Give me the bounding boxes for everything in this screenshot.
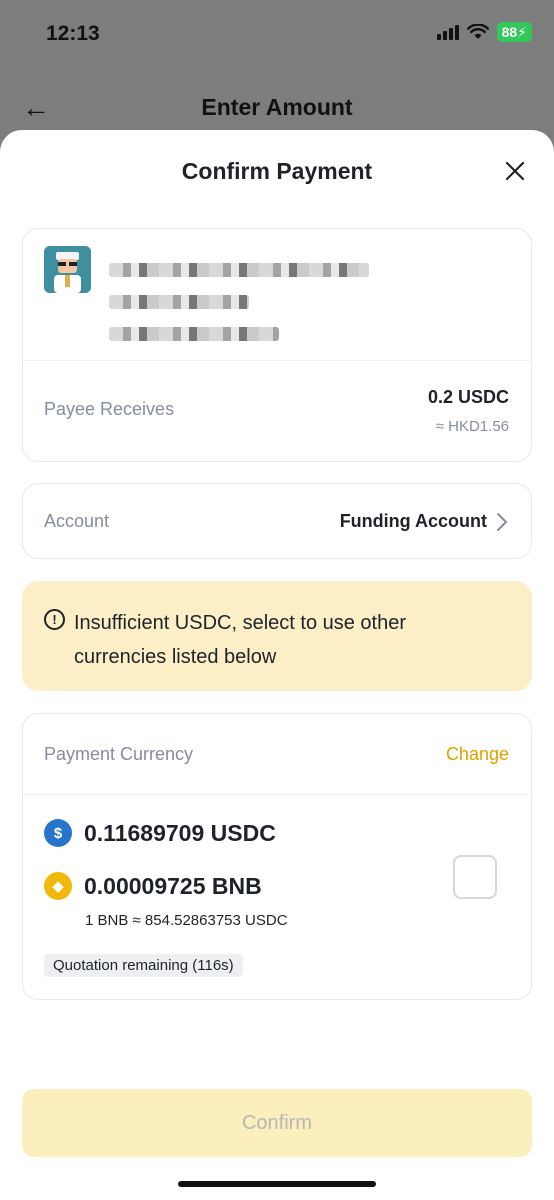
coin-row-usdc: $ 0.11689709 USDC [44,819,276,847]
account-label: Account [44,511,110,531]
insufficient-balance-warning: ! Insufficient USDC, select to use other… [22,581,532,691]
background-title: Enter Amount [201,94,353,120]
battery-icon: 88⚡ [496,22,532,42]
wifi-icon [466,24,489,39]
account-value: Funding Account [339,511,487,531]
info-icon: ! [44,609,65,630]
pilot-avatar-icon [44,246,91,293]
exchange-rate: 1 BNB ≈ 854.52863753 USDC [85,912,288,929]
payment-currency-label: Payment Currency [44,744,194,764]
background-header: ← Enter Amount [0,84,554,130]
payee-id-redacted [109,327,279,341]
payee-card: Payee Receives 0.2 USDC ≈ HKD1.56 [22,228,532,462]
status-icons: 88⚡ [436,22,532,42]
currency-select-checkbox[interactable] [453,855,497,899]
divider [23,360,531,361]
coin-row-bnb: ◆ 0.00009725 BNB [44,872,262,900]
close-button[interactable] [500,156,530,186]
home-indicator [178,1181,376,1187]
confirm-payment-sheet: Confirm Payment Payee Receives 0.2 USDC … [0,130,554,1200]
usdc-coin-icon: $ [44,819,72,847]
close-icon [505,161,525,181]
cellular-signal-icon [436,24,459,40]
bnb-coin-icon: ◆ [44,872,72,900]
status-bar: 12:13 88⚡ [0,0,554,70]
change-currency-link[interactable]: Change [446,744,509,765]
avatar [44,246,91,293]
status-time: 12:13 [46,22,100,45]
warning-text: Insufficient USDC, select to use other c… [74,612,407,668]
account-selector[interactable]: Account Funding Account [22,483,532,559]
payee-receives-label: Payee Receives [44,399,175,419]
chevron-right-icon [497,513,508,531]
quotation-timer: Quotation remaining (116s) [44,954,243,977]
payee-detail-redacted [109,295,249,309]
payment-currency-card: Payment Currency Change $ 0.11689709 USD… [22,713,532,1000]
payee-name-redacted [109,263,369,277]
payee-amount: 0.2 USDC [427,387,509,407]
usdc-amount: 0.11689709 USDC [84,819,276,846]
divider [23,794,531,795]
sheet-title: Confirm Payment [181,158,373,184]
battery-level: 88 [501,24,518,40]
confirm-button[interactable]: Confirm [22,1089,532,1157]
payee-fiat-equivalent: ≈ HKD1.56 [435,418,509,435]
bnb-amount: 0.00009725 BNB [84,872,262,899]
